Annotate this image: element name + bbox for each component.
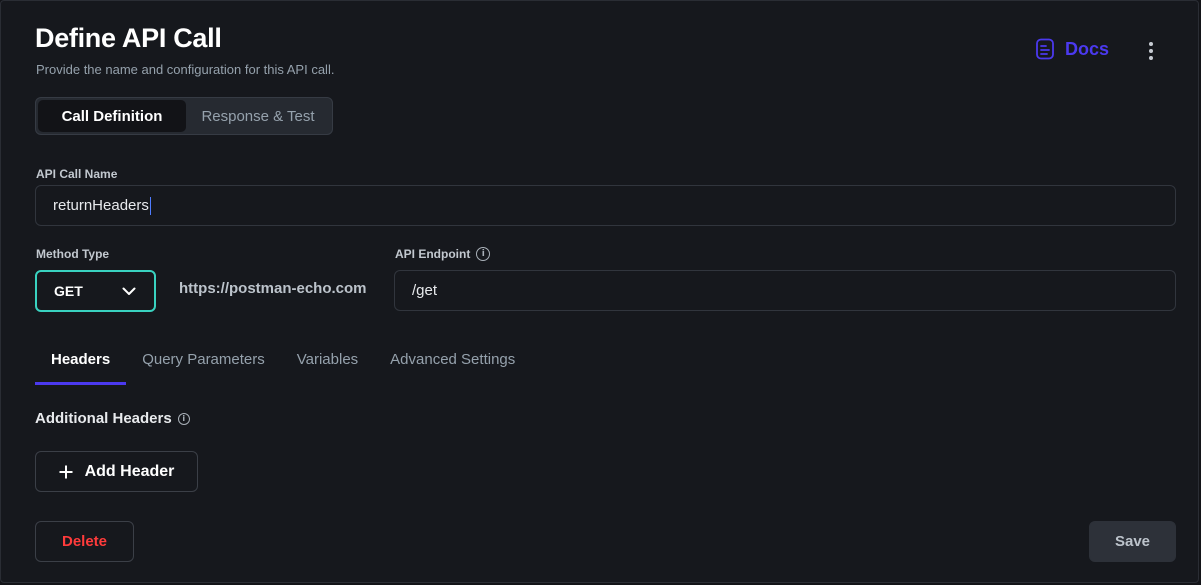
api-call-panel: Define API Call Provide the name and con… — [0, 0, 1199, 583]
page-title: Define API Call — [35, 23, 222, 53]
text-caret — [149, 196, 151, 215]
page-subtitle: Provide the name and configuration for t… — [36, 62, 335, 77]
delete-button[interactable]: Delete — [35, 521, 134, 562]
api-call-name-input[interactable]: returnHeaders — [35, 185, 1176, 226]
docs-link[interactable]: Docs — [1035, 38, 1109, 60]
tab-call-definition[interactable]: Call Definition — [38, 100, 186, 132]
save-button[interactable]: Save — [1089, 521, 1176, 562]
add-header-label: Add Header — [84, 462, 175, 480]
tab-headers[interactable]: Headers — [35, 343, 127, 385]
tab-variables[interactable]: Variables — [281, 343, 374, 383]
more-options-icon[interactable] — [1141, 39, 1161, 63]
chevron-down-icon — [122, 287, 136, 295]
document-icon — [1036, 38, 1054, 60]
plus-icon — [59, 465, 73, 478]
api-endpoint-input[interactable]: /get — [394, 270, 1176, 311]
config-tabs: Headers Query Parameters Variables Advan… — [35, 343, 531, 385]
api-endpoint-label-row: API Endpoint i — [395, 247, 491, 261]
docs-label: Docs — [1065, 38, 1110, 59]
method-value: GET — [54, 283, 83, 299]
method-type-label: Method Type — [36, 247, 110, 261]
definition-segmented-control: Call Definition Response & Test — [35, 97, 333, 135]
info-icon[interactable]: i — [177, 412, 190, 425]
api-endpoint-value: /get — [412, 282, 438, 299]
base-url: https://postman-echo.com — [179, 280, 367, 297]
tab-query-parameters[interactable]: Query Parameters — [126, 343, 281, 383]
additional-headers-label: Additional Headers — [35, 410, 172, 427]
api-call-name-value: returnHeaders — [53, 197, 149, 214]
tab-advanced-settings[interactable]: Advanced Settings — [374, 343, 531, 383]
additional-headers-heading: Additional Headers i — [35, 410, 190, 427]
method-type-dropdown[interactable]: GET — [35, 270, 156, 312]
api-endpoint-label: API Endpoint — [395, 247, 471, 261]
api-call-name-label: API Call Name — [36, 167, 118, 181]
add-header-button[interactable]: Add Header — [35, 451, 198, 492]
tab-response-test[interactable]: Response & Test — [186, 100, 330, 132]
info-icon[interactable]: i — [476, 247, 491, 261]
